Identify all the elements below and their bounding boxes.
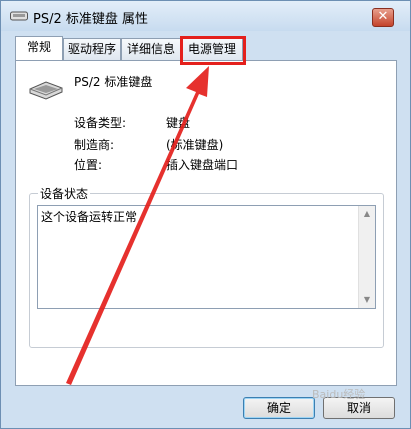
close-button[interactable]: ✕	[372, 8, 394, 27]
tab-details[interactable]: 详细信息	[121, 38, 181, 60]
location-label: 位置:	[74, 158, 103, 172]
device-name: PS/2 标准键盘	[74, 75, 153, 89]
device-status-text: 这个设备运转正常	[41, 210, 138, 224]
title-bar[interactable]: PS/2 标准键盘 属性 ✕	[1, 1, 410, 31]
status-scrollbar[interactable]: ▲ ▼	[358, 206, 375, 308]
keyboard-icon	[10, 11, 28, 21]
scroll-up-icon[interactable]: ▲	[359, 206, 375, 222]
properties-dialog: PS/2 标准键盘 属性 ✕ 常规 驱动程序 详细信息 电源管理 PS/2 标准…	[0, 0, 411, 429]
tab-driver[interactable]: 驱动程序	[63, 38, 121, 60]
device-status-group: 设备状态 这个设备运转正常 ▲ ▼	[29, 185, 384, 348]
device-status-legend: 设备状态	[38, 185, 91, 202]
general-tab-panel: PS/2 标准键盘 设备类型: 键盘 制造商: (标准键盘) 位置: 插入键盘端…	[15, 60, 397, 386]
location-value: 插入键盘端口	[166, 158, 239, 172]
device-status-textbox[interactable]: 这个设备运转正常 ▲ ▼	[37, 205, 376, 309]
device-type-label: 设备类型:	[74, 116, 127, 130]
manufacturer-label: 制造商:	[74, 138, 115, 152]
watermark-text: Baidu经验	[312, 388, 366, 401]
keyboard-icon	[29, 81, 63, 100]
device-type-value: 键盘	[166, 116, 191, 130]
window-title: PS/2 标准键盘 属性	[33, 12, 149, 27]
power-management-highlight	[180, 36, 246, 65]
manufacturer-value: (标准键盘)	[166, 138, 224, 152]
tab-general[interactable]: 常规	[15, 36, 63, 60]
scroll-down-icon[interactable]: ▼	[359, 292, 375, 308]
ok-button[interactable]: 确定	[243, 397, 315, 419]
